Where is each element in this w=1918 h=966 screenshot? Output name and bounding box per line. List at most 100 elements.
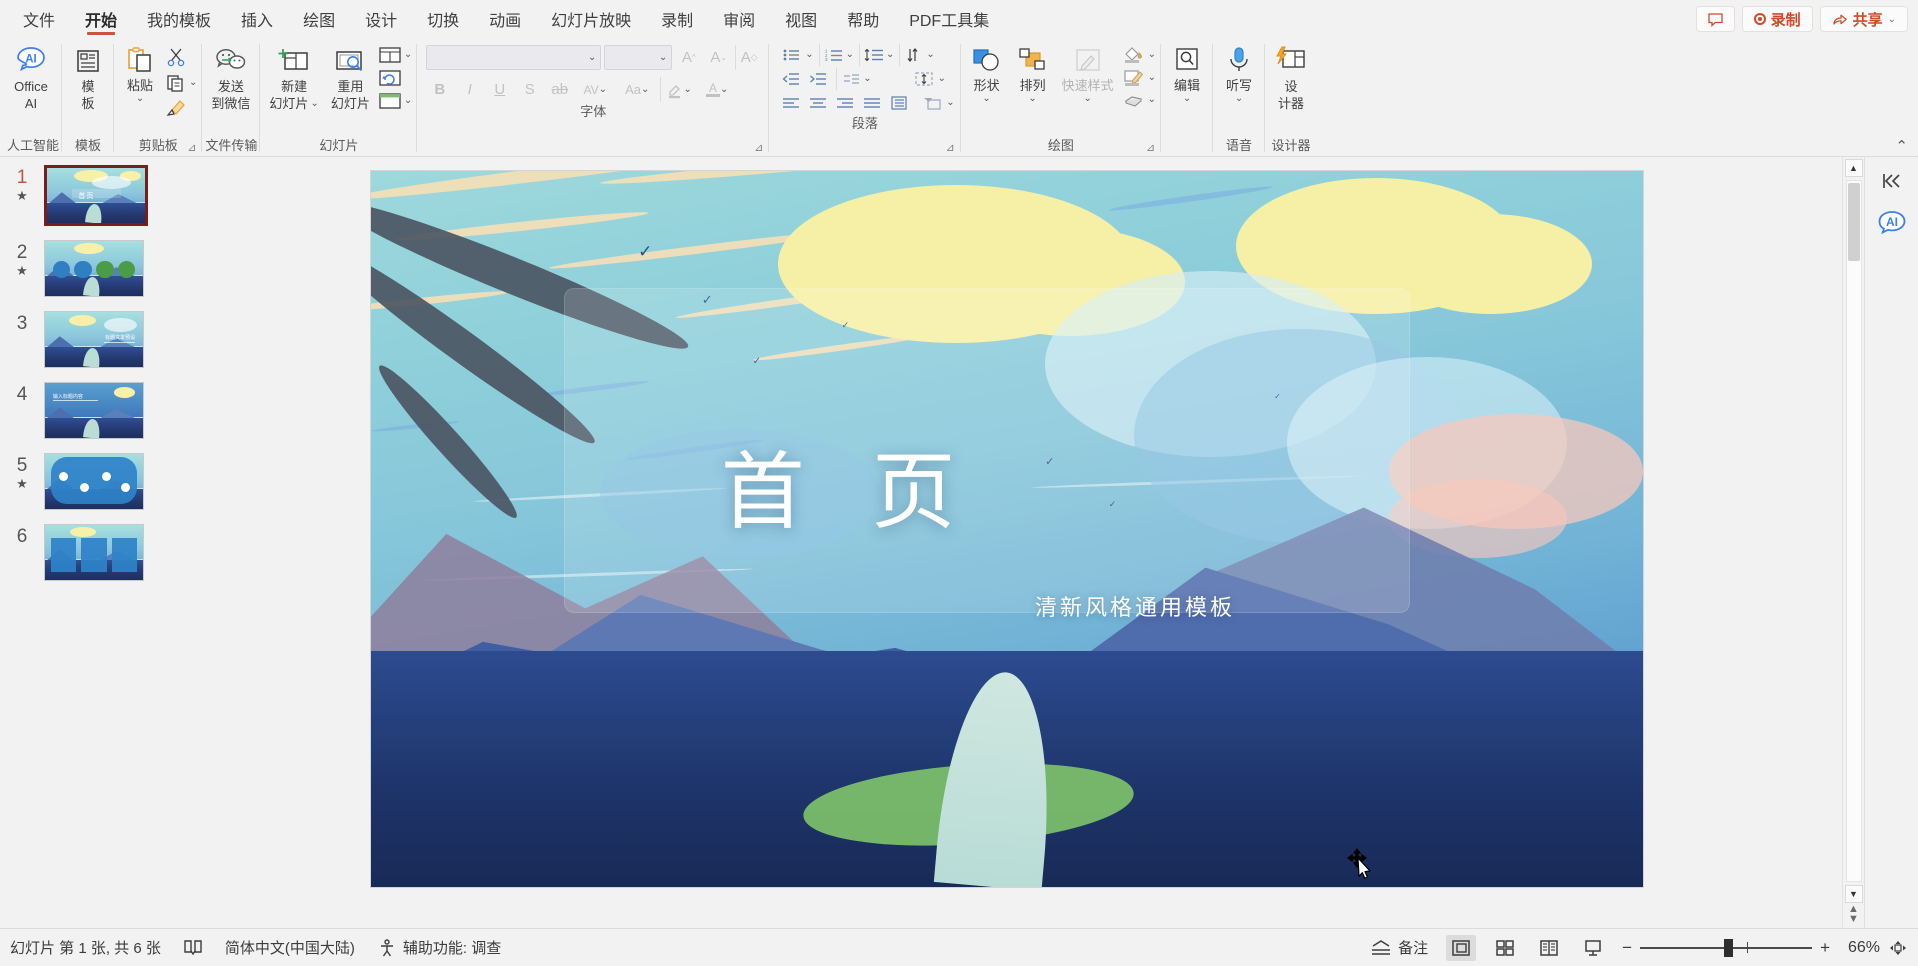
font-shrink-button[interactable]: A ⌄ [705,45,732,70]
fit-to-window-icon[interactable] [1888,939,1908,957]
collapse-panel-icon[interactable] [1880,171,1904,191]
character-spacing-button[interactable]: AV ⌄ [576,77,614,102]
next-slide-button[interactable]: ▼ [1848,914,1859,925]
clipboard-dialog-launcher[interactable]: ⊿ [187,142,199,154]
paste-button[interactable]: 粘贴 ⌄ [117,42,163,104]
thumbnail-slide-1[interactable]: 1 ★ 首页 [0,165,172,226]
chevron-down-icon[interactable]: ⌄ [926,50,934,60]
shadow-button[interactable]: S [516,77,543,102]
distribute-button[interactable] [886,92,912,114]
menu-tab-sheji[interactable]: 设计 [350,0,412,38]
font-dialog-launcher[interactable]: ⊿ [754,142,766,154]
chevron-down-icon[interactable]: ⌄ [189,78,197,88]
italic-button[interactable]: I [456,77,483,102]
chevron-down-icon[interactable]: ⌄ [588,52,596,63]
zoom-out-button[interactable]: − [1622,938,1632,958]
chevron-down-icon[interactable]: ⌄ [720,84,728,95]
font-size-input[interactable]: ⌄ [604,45,673,70]
thumbnail-slide-4[interactable]: 4 输入标题内容 [0,382,172,439]
slide-sorter-button[interactable] [1490,935,1520,961]
chevron-down-icon[interactable]: ⌄ [982,94,990,104]
accessibility-status[interactable]: 辅助功能: 调查 [373,935,505,960]
chevron-down-icon[interactable]: ⌄ [1183,94,1191,104]
cut-button[interactable] [163,45,199,69]
notes-button[interactable]: 备注 [1366,935,1432,960]
format-painter-button[interactable] [163,97,199,119]
comment-button[interactable] [1695,6,1735,32]
align-center-button[interactable] [805,92,831,114]
text-direction-vertical-button[interactable] [899,44,925,66]
shape-fill-button[interactable]: ⌄ [1120,45,1158,65]
slide-vertical-scrollbar[interactable]: ▲ ▼ ▲ ▼ [1842,157,1864,928]
chevron-down-icon[interactable]: ⌄ [1148,50,1156,60]
menu-tab-shenyue[interactable]: 审阅 [708,0,770,38]
scroll-down-button[interactable]: ▼ [1844,885,1863,903]
convert-smartart-button[interactable] [919,92,945,114]
font-color-button[interactable]: A ⌄ [699,77,735,102]
word-count-button[interactable] [179,937,207,959]
strikethrough-button[interactable]: ab [546,77,573,102]
chevron-down-icon[interactable]: ⌄ [886,50,894,60]
slide-thumbnail-pane[interactable]: 1 ★ 首页 2 ★ 3 标题文本预设 4 输入标题内容 5 ★ 6 [0,157,172,928]
dictate-button[interactable]: 听写 ⌄ [1216,42,1262,104]
chevron-down-icon[interactable]: ⌄ [136,94,144,104]
ai-bubble-icon[interactable]: AI [1875,209,1909,239]
chevron-down-icon[interactable]: ⌄ [1888,14,1896,25]
new-slide-button[interactable]: 新建 幻灯片 ⌄ [263,42,324,112]
align-right-button[interactable] [832,92,858,114]
scroll-up-button[interactable]: ▲ [1844,159,1863,177]
slide-reset-button[interactable] [376,68,414,88]
slide-layout-button[interactable]: ⌄ [376,45,414,65]
clear-format-button[interactable]: A ◇ [735,45,762,70]
scrollbar-track[interactable] [1845,180,1862,882]
reading-view-button[interactable] [1534,935,1564,961]
office-ai-button[interactable]: AI Office AI [7,42,55,112]
drawing-dialog-launcher[interactable]: ⊿ [1146,142,1158,154]
decrease-indent-button[interactable] [778,68,804,90]
menu-tab-huandengpianfangying[interactable]: 幻灯片放映 [536,0,646,38]
send-to-wechat-button[interactable]: 发送 到微信 [205,42,256,112]
menu-tab-qiehuan[interactable]: 切换 [412,0,474,38]
justify-button[interactable] [859,92,885,114]
thumbnail-slide-6[interactable]: 6 [0,524,172,581]
chevron-down-icon[interactable]: ⌄ [404,96,412,106]
thumbnail-slide-2[interactable]: 2 ★ [0,240,172,297]
chevron-down-icon[interactable]: ⌄ [946,98,954,108]
copy-button[interactable]: ⌄ [163,72,199,94]
zoom-slider[interactable] [1640,938,1813,957]
slide-section-button[interactable]: ⌄ [376,91,414,111]
bold-button[interactable]: B [426,77,453,102]
scrollbar-thumb[interactable] [1847,183,1860,261]
shape-outline-button[interactable]: ⌄ [1120,68,1158,88]
share-button[interactable]: 共享 ⌄ [1819,6,1908,32]
thumbnail-slide-5[interactable]: 5 ★ [0,453,172,510]
chevron-down-icon[interactable]: ⌄ [1148,95,1156,105]
chevron-down-icon[interactable]: ⌄ [863,74,871,84]
shape-effects-button[interactable]: ⌄ [1120,91,1158,109]
chevron-down-icon[interactable]: ⌄ [1083,94,1091,104]
thumbnail-slide-3[interactable]: 3 标题文本预设 [0,311,172,368]
chevron-down-icon[interactable]: ⌄ [938,74,946,84]
text-direction-button[interactable] [836,68,862,90]
align-left-button[interactable] [778,92,804,114]
menu-tab-luzhi[interactable]: 录制 [646,0,708,38]
menu-tab-donghua[interactable]: 动画 [474,0,536,38]
title-placeholder-box[interactable] [564,287,1411,614]
menu-tab-huitu[interactable]: 绘图 [288,0,350,38]
chevron-down-icon[interactable]: ⌄ [310,98,318,109]
language-text[interactable]: 简体中文(中国大陆) [225,937,355,958]
chevron-down-icon[interactable]: ⌄ [659,52,667,63]
chevron-down-icon[interactable]: ⌄ [846,50,854,60]
menu-tab-kaishi[interactable]: 开始 [70,0,132,38]
slide-editing-stage[interactable]: ✓ ✓ ✓ ✓ ✓ ✓ ✓ 首 页 清新风格通用模板 [172,157,1842,928]
slide-subtitle[interactable]: 清新风格通用模板 [1035,590,1235,622]
increase-indent-button[interactable] [805,68,831,90]
slide-title[interactable]: 首 页 [721,450,976,534]
designer-button[interactable]: 设 计器 [1268,42,1314,112]
chevron-up-icon[interactable]: ⌃ [1895,139,1908,154]
line-spacing-button[interactable] [859,44,885,66]
chevron-down-icon[interactable]: ⌄ [599,84,607,95]
normal-view-button[interactable] [1446,934,1477,961]
paragraph-dialog-launcher[interactable]: ⊿ [946,142,958,154]
zoom-in-button[interactable]: + [1820,938,1830,958]
